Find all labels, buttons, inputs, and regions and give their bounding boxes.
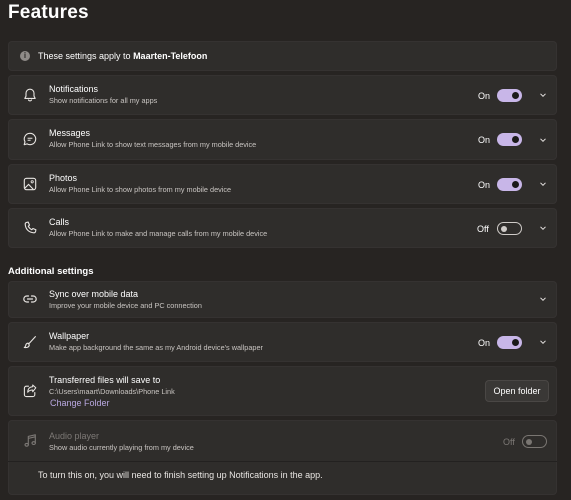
- calls-title: Calls: [49, 217, 70, 227]
- photos-toggle[interactable]: [497, 178, 522, 191]
- transferred-files-setting: Transferred files will save to C:\Users\…: [8, 366, 557, 416]
- wallpaper-title: Wallpaper: [49, 331, 90, 341]
- messages-toggle[interactable]: [497, 133, 522, 146]
- notifications-subtitle: Show notifications for all my apps: [49, 96, 158, 105]
- audio-title: Audio player: [49, 431, 100, 441]
- notifications-toggle[interactable]: [497, 89, 522, 102]
- audio-state-label: Off: [503, 437, 515, 447]
- chat-bubble-icon: [22, 131, 38, 147]
- chevron-down-icon[interactable]: [539, 136, 547, 144]
- audio-player-setting: Audio player Show audio currently playin…: [8, 420, 557, 495]
- transfer-path: C:\Users\maart\Downloads\Phone Link: [49, 387, 175, 396]
- info-prefix: These settings apply to: [38, 51, 134, 61]
- bell-icon: [22, 87, 38, 103]
- wallpaper-toggle[interactable]: [497, 336, 522, 349]
- audio-toggle: [522, 435, 547, 448]
- open-folder-button[interactable]: Open folder: [485, 380, 549, 402]
- calls-toggle[interactable]: [497, 222, 522, 235]
- calls-subtitle: Allow Phone Link to make and manage call…: [49, 229, 268, 238]
- change-folder-link[interactable]: Change Folder: [50, 398, 110, 408]
- link-icon: [22, 291, 38, 307]
- calls-setting[interactable]: Calls Allow Phone Link to make and manag…: [8, 208, 557, 248]
- messages-setting[interactable]: Messages Allow Phone Link to show text m…: [8, 119, 557, 160]
- sync-title: Sync over mobile data: [49, 289, 139, 299]
- wallpaper-subtitle: Make app background the same as my Andro…: [49, 343, 263, 352]
- device-info-banner: i These settings apply to Maarten-Telefo…: [8, 41, 557, 71]
- calls-state-label: Off: [477, 224, 489, 234]
- device-name: Maarten-Telefoon: [133, 51, 208, 61]
- notifications-setting[interactable]: Notifications Show notifications for all…: [8, 75, 557, 115]
- notifications-state-label: On: [478, 91, 491, 101]
- photo-icon: [22, 176, 38, 192]
- page-title: Features: [8, 2, 89, 23]
- photos-title: Photos: [49, 173, 78, 183]
- messages-title: Messages: [49, 128, 91, 138]
- notifications-title: Notifications: [49, 84, 99, 94]
- divider: [8, 461, 557, 462]
- paintbrush-icon: [22, 334, 38, 350]
- phone-icon: [22, 220, 38, 236]
- additional-settings-heading: Additional settings: [8, 266, 94, 277]
- chevron-down-icon[interactable]: [539, 224, 547, 232]
- music-note-icon: [22, 433, 38, 449]
- photos-subtitle: Allow Phone Link to show photos from my …: [49, 185, 232, 194]
- messages-state-label: On: [478, 135, 491, 145]
- info-icon: i: [20, 51, 30, 61]
- transfer-title: Transferred files will save to: [49, 375, 161, 385]
- chevron-down-icon[interactable]: [539, 295, 547, 303]
- audio-footer-note: To turn this on, you will need to finish…: [38, 470, 323, 480]
- sync-subtitle: Improve your mobile device and PC connec…: [49, 301, 202, 310]
- wallpaper-state-label: On: [478, 338, 491, 348]
- chevron-down-icon[interactable]: [539, 91, 547, 99]
- sync-mobile-data-setting[interactable]: Sync over mobile data Improve your mobil…: [8, 281, 557, 318]
- chevron-down-icon[interactable]: [539, 338, 547, 346]
- chevron-down-icon[interactable]: [539, 180, 547, 188]
- photos-setting[interactable]: Photos Allow Phone Link to show photos f…: [8, 164, 557, 204]
- share-icon: [22, 383, 38, 399]
- audio-subtitle: Show audio currently playing from my dev…: [49, 443, 194, 452]
- wallpaper-setting[interactable]: Wallpaper Make app background the same a…: [8, 322, 557, 362]
- messages-subtitle: Allow Phone Link to show text messages f…: [49, 140, 257, 149]
- photos-state-label: On: [478, 180, 491, 190]
